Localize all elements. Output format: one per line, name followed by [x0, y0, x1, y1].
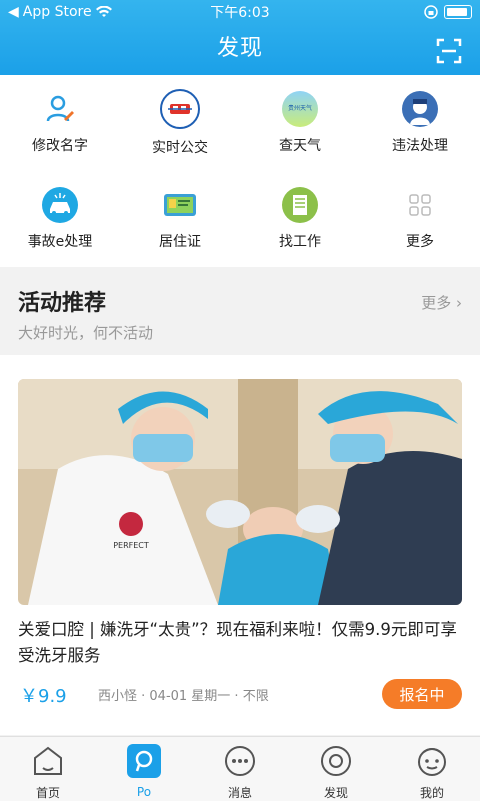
po-icon [126, 743, 162, 779]
service-label: 找工作 [279, 234, 321, 250]
signup-button[interactable]: 报名中 [382, 679, 462, 709]
service-residence[interactable]: 居住证 [120, 171, 240, 267]
service-more[interactable]: 更多 [360, 171, 480, 267]
top-bar: ◀ App Store 下午6:03 发现 [0, 0, 480, 75]
activity-card[interactable]: PERFECT 关爱口腔 | 嫌洗牙“太贵”？现在福利来啦！仅需9.9元即可享受… [0, 355, 480, 735]
service-weather[interactable]: 贵州天气 查天气 [240, 75, 360, 171]
profile-icon [414, 743, 450, 778]
grid-icon [402, 187, 438, 223]
tab-po[interactable]: Po [96, 737, 192, 801]
service-label: 事故e处理 [27, 234, 93, 250]
weather-icon-text: 贵州天气 [287, 105, 312, 112]
residence-card-icon [162, 187, 198, 223]
discover-icon [318, 743, 354, 778]
service-bus[interactable]: 实时公交 [120, 75, 240, 171]
job-icon [282, 187, 318, 223]
scan-icon[interactable] [436, 38, 462, 64]
photo-badge-text: PERFECT [113, 541, 149, 550]
service-label: 更多 [406, 234, 434, 250]
service-job[interactable]: 找工作 [240, 171, 360, 267]
bus-icon [160, 89, 200, 129]
wifi-icon [95, 6, 112, 17]
tab-discover[interactable]: 发现 [288, 737, 384, 801]
tab-label: 发现 [323, 786, 348, 800]
activity-section-header: 活动推荐 大好时光，何不活动 更多 › [0, 267, 480, 355]
weather-icon: 贵州天气 [282, 91, 318, 127]
tab-bar: 首页 Po 消息 发现 我的 [0, 736, 480, 801]
tab-home[interactable]: 首页 [0, 737, 96, 801]
police-icon [402, 91, 438, 127]
activity-meta: 西小怪 · 04-01 星期一 · 不限 [98, 689, 269, 704]
page-title: 发现 [216, 36, 263, 61]
tab-label: 首页 [35, 786, 60, 800]
tab-label: 消息 [227, 786, 252, 800]
activity-card-title: 关爱口腔 | 嫌洗牙“太贵”？现在福利来啦！仅需9.9元即可享受洗牙服务 [18, 620, 457, 665]
status-bar: ◀ App Store 下午6:03 [0, 0, 480, 24]
tab-profile[interactable]: 我的 [384, 737, 480, 801]
activity-price: ￥9.9 [20, 686, 67, 707]
service-edit-name[interactable]: 修改名字 [0, 75, 120, 171]
lock-rotation-icon [424, 5, 438, 19]
edit-name-icon [42, 91, 78, 127]
carrier-label: App Store [22, 4, 92, 20]
back-arrow-icon[interactable]: ◀ [8, 4, 19, 20]
more-label: 更多 [421, 294, 452, 312]
service-label: 实时公交 [152, 140, 208, 156]
service-label: 违法处理 [392, 138, 448, 154]
tab-messages[interactable]: 消息 [192, 737, 288, 801]
service-label: 查天气 [279, 138, 321, 154]
battery-icon [444, 5, 472, 19]
accident-icon [42, 187, 78, 223]
activity-photo[interactable]: PERFECT [18, 379, 462, 605]
chevron-right-icon: › [451, 294, 462, 312]
tab-label: Po [136, 785, 152, 799]
service-violation[interactable]: 违法处理 [360, 75, 480, 171]
home-icon [30, 743, 66, 778]
service-accident[interactable]: 事故e处理 [0, 171, 120, 267]
activity-more-link[interactable]: 更多 › [421, 292, 462, 313]
activity-title: 活动推荐 [18, 291, 107, 316]
service-label: 修改名字 [32, 138, 88, 154]
activity-subtitle: 大好时光，何不活动 [18, 324, 154, 342]
tab-label: 我的 [419, 786, 444, 800]
services-grid: 修改名字 实时公交 贵州天气 查天气 违法处理 事故e处理 居住证 找工作 更多 [0, 75, 480, 267]
message-icon [222, 743, 258, 778]
service-label: 居住证 [159, 234, 201, 250]
